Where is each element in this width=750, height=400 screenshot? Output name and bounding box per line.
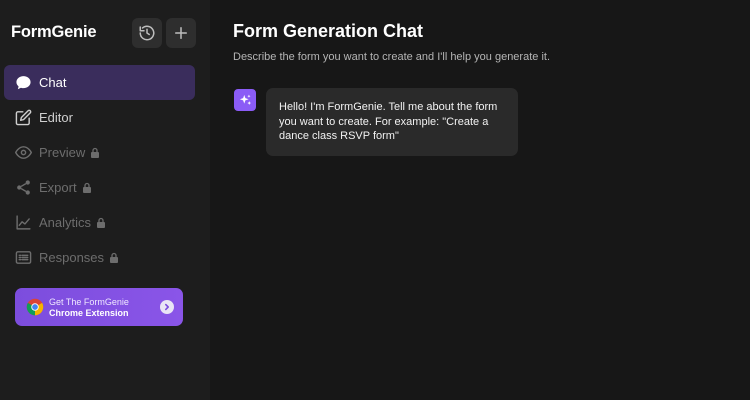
new-chat-button[interactable] <box>166 18 196 48</box>
lock-icon <box>90 147 100 158</box>
sidebar-item-preview[interactable]: Preview <box>4 135 195 170</box>
sidebar-item-analytics[interactable]: Analytics <box>4 205 195 240</box>
share-icon <box>14 179 32 197</box>
chrome-icon <box>26 298 44 316</box>
sidebar-item-label: Editor <box>39 110 73 125</box>
plus-icon <box>175 27 187 39</box>
sidebar-item-export[interactable]: Export <box>4 170 195 205</box>
promo-title: Chrome Extension <box>49 308 129 318</box>
sidebar-item-responses[interactable]: Responses <box>4 240 195 275</box>
sidebar-item-chat[interactable]: Chat <box>4 65 195 100</box>
history-button[interactable] <box>132 18 162 48</box>
lock-icon <box>96 217 106 228</box>
chat-bubble-icon <box>14 74 32 92</box>
sidebar-item-label: Preview <box>39 145 86 160</box>
chrome-extension-promo[interactable]: Get The FormGenie Chrome Extension <box>15 288 183 326</box>
promo-text: Get The FormGenie <box>49 297 129 307</box>
chevron-right-icon <box>160 300 174 314</box>
list-icon <box>14 249 32 267</box>
lock-icon <box>82 182 92 193</box>
history-icon <box>139 25 155 41</box>
sidebar: FormGenie Chat Editor Preview Export Ana… <box>0 0 210 400</box>
lock-icon <box>109 252 119 263</box>
page-title: Form Generation Chat <box>233 21 424 41</box>
line-chart-icon <box>14 214 32 232</box>
sidebar-nav: Chat Editor Preview Export Analytics Res… <box>4 65 195 275</box>
sidebar-item-label: Chat <box>39 75 67 90</box>
sparkles-icon <box>239 94 251 105</box>
assistant-message: Hello! I'm FormGenie. Tell me about the … <box>266 88 518 156</box>
eye-icon <box>14 144 32 162</box>
assistant-avatar <box>234 89 256 111</box>
page-subtitle: Describe the form you want to create and… <box>233 51 550 63</box>
brand-logo: FormGenie <box>11 23 97 41</box>
sidebar-item-editor[interactable]: Editor <box>4 100 195 135</box>
sidebar-item-label: Responses <box>39 250 105 265</box>
edit-icon <box>14 109 32 127</box>
sidebar-item-label: Analytics <box>39 215 92 230</box>
sidebar-item-label: Export <box>39 180 77 195</box>
